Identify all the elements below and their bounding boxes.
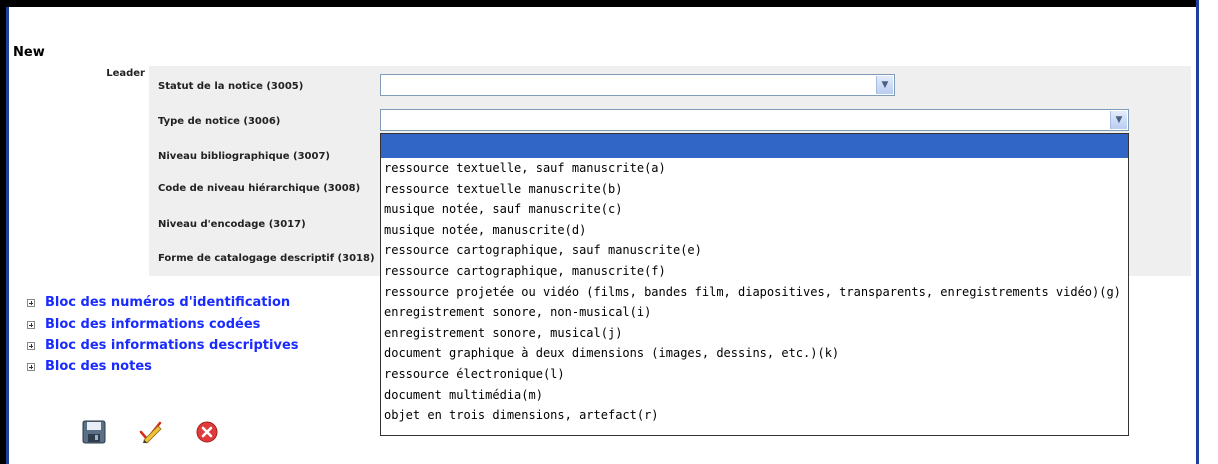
window-right-margin [1199,0,1218,464]
list-item[interactable]: musique notée, sauf manuscrite(c) [381,199,1128,220]
bloc-label[interactable]: Bloc des informations codées [45,317,260,332]
window-top-border [0,0,1218,7]
type-notice-select[interactable]: ▼ [380,109,1129,131]
list-item[interactable]: musique notée, manuscrite(d) [381,220,1128,241]
cancel-icon[interactable] [195,420,221,444]
bloc-notes[interactable]: Bloc des notes [27,359,152,374]
chevron-down-icon[interactable]: ▼ [876,76,893,94]
bloc-label[interactable]: Bloc des notes [45,359,152,374]
list-item[interactable]: ressource cartographique, sauf manuscrit… [381,240,1128,261]
expand-plus-icon[interactable] [27,341,35,350]
bloc-label[interactable]: Bloc des numéros d'identification [45,295,290,310]
statut-select[interactable]: ▼ [380,74,895,96]
bloc-informations-descriptives[interactable]: Bloc des informations descriptives [27,338,299,353]
page-title: New [13,45,45,60]
list-item[interactable]: ressource cartographique, manuscrite(f) [381,261,1128,282]
field-label-niveau-encodage: Niveau d'encodage (3017) [158,219,306,230]
list-item[interactable]: document multimédia(m) [381,385,1128,406]
expand-plus-icon[interactable] [27,320,35,329]
field-label-type: Type de notice (3006) [158,116,281,127]
save-icon[interactable] [82,420,108,444]
field-label-niveau-biblio: Niveau bibliographique (3007) [158,151,330,162]
bloc-identification[interactable]: Bloc des numéros d'identification [27,295,290,310]
type-notice-listbox[interactable]: ressource textuelle, sauf manuscrite(a) … [380,133,1129,436]
chevron-down-icon[interactable]: ▼ [1110,111,1127,129]
list-item[interactable]: objet en trois dimensions, artefact(r) [381,405,1128,426]
list-item[interactable]: ressource textuelle manuscrite(b) [381,179,1128,200]
list-item[interactable]: enregistrement sonore, musical(j) [381,323,1128,344]
list-item[interactable]: ressource textuelle, sauf manuscrite(a) [381,158,1128,179]
expand-plus-icon[interactable] [27,298,35,307]
validate-icon[interactable] [138,420,164,444]
field-label-forme-catalogage: Forme de catalogage descriptif (3018) [158,253,375,264]
leader-label: Leader [106,68,145,79]
field-label-statut: Statut de la notice (3005) [158,81,304,92]
list-item[interactable]: enregistrement sonore, non-musical(i) [381,302,1128,323]
list-item[interactable]: document graphique à deux dimensions (im… [381,343,1128,364]
window-left-accent [6,7,9,464]
field-label-code-niveau: Code de niveau hiérarchique (3008) [158,183,361,194]
bloc-informations-codees[interactable]: Bloc des informations codées [27,317,260,332]
list-item[interactable] [381,134,1128,158]
expand-plus-icon[interactable] [27,362,35,371]
list-item[interactable]: ressource électronique(l) [381,364,1128,385]
list-item[interactable]: ressource projetée ou vidéo (films, band… [381,282,1128,303]
bloc-label[interactable]: Bloc des informations descriptives [45,338,299,353]
